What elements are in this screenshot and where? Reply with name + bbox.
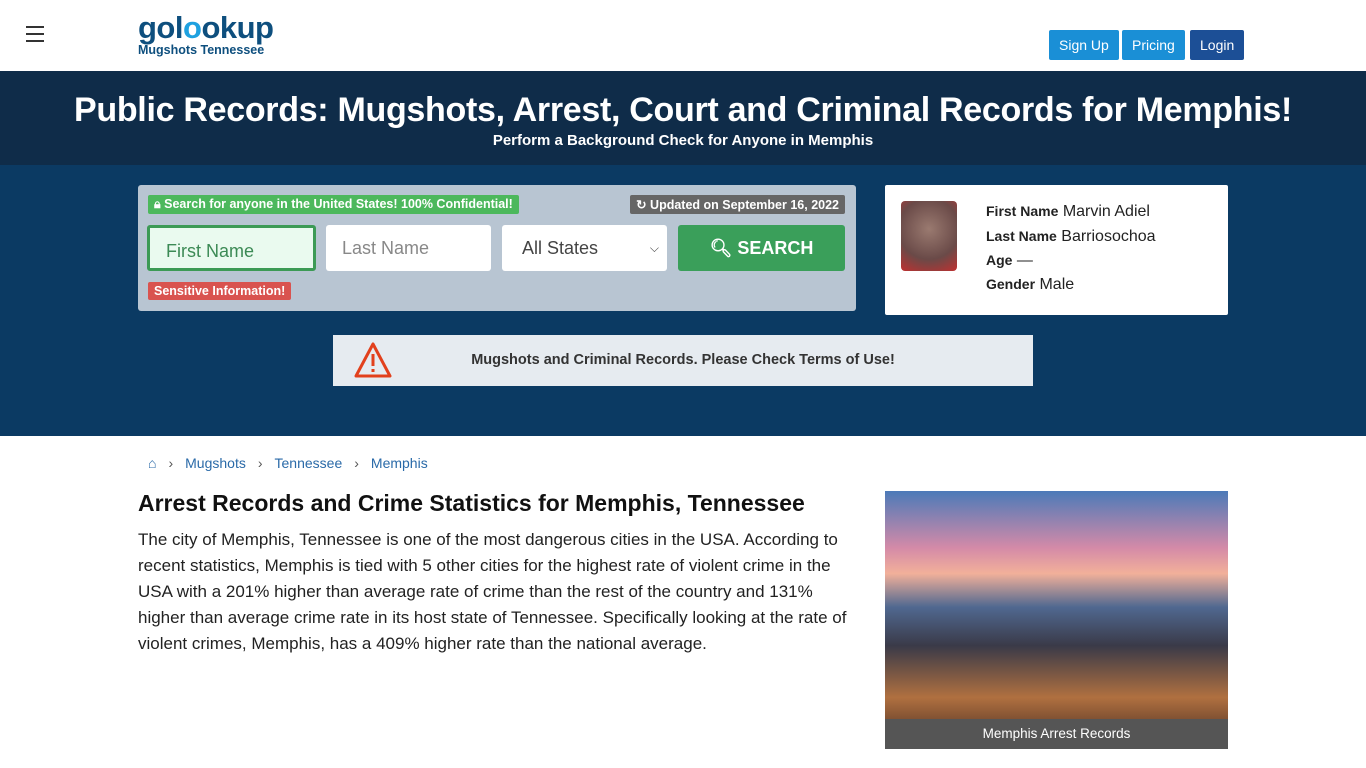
home-icon[interactable]: ⌂ [148, 455, 156, 471]
signup-button[interactable]: Sign Up [1049, 30, 1119, 60]
breadcrumb-mugshots[interactable]: Mugshots [185, 455, 246, 471]
last-name-input[interactable]: Last Name [326, 225, 491, 271]
notice-text: Mugshots and Criminal Records. Please Ch… [471, 352, 895, 368]
logo-text-accent: o [183, 10, 202, 45]
first-name-input[interactable]: First Name [147, 225, 316, 271]
gender-label: Gender [986, 276, 1036, 292]
terms-notice[interactable]: Mugshots and Criminal Records. Please Ch… [333, 335, 1033, 386]
person-card[interactable]: First Name Marvin Adiel Last Name Barrio… [885, 185, 1228, 315]
search-button[interactable]: 🔍︎ SEARCH [678, 225, 845, 271]
search-label: SEARCH [737, 238, 814, 258]
page-subtitle: Perform a Background Check for Anyone in… [492, 132, 874, 149]
hero: Public Records: Mugshots, Arrest, Court … [0, 71, 1366, 165]
confidential-badge: 🔒︎ Search for anyone in the United State… [148, 195, 519, 214]
logo-text: okup [201, 10, 274, 45]
first-name-label: First Name [986, 203, 1059, 219]
image-caption: Memphis Arrest Records [885, 719, 1228, 749]
age-value: — [1016, 252, 1033, 269]
page-title: Public Records: Mugshots, Arrest, Court … [73, 91, 1292, 129]
refresh-icon: ↻ [636, 198, 647, 212]
sensitive-badge: Sensitive Information! [148, 282, 292, 300]
state-select[interactable]: All States ⌵ [502, 225, 667, 271]
search-icon: 🔍︎ [709, 238, 733, 258]
pricing-button[interactable]: Pricing [1122, 30, 1185, 60]
gender-value: Male [1039, 276, 1075, 293]
age-label: Age [986, 252, 1013, 268]
breadcrumb-tennessee[interactable]: Tennessee [275, 455, 343, 471]
search-section: 🔒︎ Search for anyone in the United State… [0, 165, 1366, 436]
search-form: 🔒︎ Search for anyone in the United State… [138, 185, 856, 311]
confidential-text: Search for anyone in the United States! … [164, 197, 513, 211]
updated-badge: ↻ Updated on September 16, 2022 [630, 195, 845, 214]
person-photo [901, 201, 957, 271]
warning-icon [354, 342, 392, 378]
chevron-down-icon: ⌵ [649, 241, 659, 255]
breadcrumb: ⌂ › Mugshots › Tennessee › Memphis [148, 455, 428, 471]
state-selected: All States [522, 238, 599, 258]
logo-subtitle: Mugshots Tennessee [138, 43, 265, 57]
article-paragraph: The city of Memphis, Tennessee is one of… [138, 530, 847, 653]
login-button[interactable]: Login [1190, 30, 1245, 60]
logo[interactable]: golookup Mugshots Tennessee [138, 10, 274, 58]
article-heading: Arrest Records and Crime Statistics for … [138, 490, 805, 516]
first-name-value: Marvin Adiel [1062, 203, 1150, 220]
logo-text: gol [138, 10, 184, 45]
menu-icon[interactable] [26, 26, 44, 47]
last-name-label: Last Name [986, 228, 1057, 244]
lock-icon: 🔒︎ [154, 197, 161, 211]
updated-text: Updated on September 16, 2022 [650, 198, 839, 212]
breadcrumb-memphis[interactable]: Memphis [371, 455, 428, 471]
city-image: Memphis Arrest Records [885, 491, 1228, 749]
header: golookup Mugshots Tennessee Sign Up Pric… [0, 0, 1366, 71]
last-name-value: Barriosochoa [1061, 228, 1156, 245]
